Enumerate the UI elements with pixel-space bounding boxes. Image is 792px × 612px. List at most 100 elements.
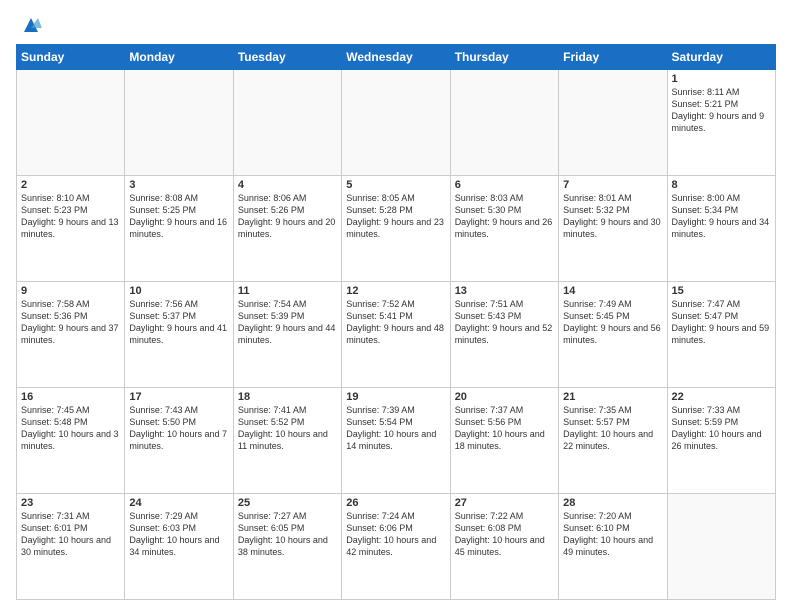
day-info: Sunrise: 7:49 AM Sunset: 5:45 PM Dayligh… bbox=[563, 298, 662, 347]
week-row-3: 9Sunrise: 7:58 AM Sunset: 5:36 PM Daylig… bbox=[17, 282, 776, 388]
header bbox=[16, 12, 776, 36]
calendar-cell bbox=[450, 70, 558, 176]
calendar-cell: 25Sunrise: 7:27 AM Sunset: 6:05 PM Dayli… bbox=[233, 494, 341, 600]
calendar-cell: 2Sunrise: 8:10 AM Sunset: 5:23 PM Daylig… bbox=[17, 176, 125, 282]
calendar-cell: 27Sunrise: 7:22 AM Sunset: 6:08 PM Dayli… bbox=[450, 494, 558, 600]
day-info: Sunrise: 7:43 AM Sunset: 5:50 PM Dayligh… bbox=[129, 404, 228, 453]
day-number: 18 bbox=[238, 391, 337, 403]
day-info: Sunrise: 7:56 AM Sunset: 5:37 PM Dayligh… bbox=[129, 298, 228, 347]
week-row-5: 23Sunrise: 7:31 AM Sunset: 6:01 PM Dayli… bbox=[17, 494, 776, 600]
calendar-cell: 4Sunrise: 8:06 AM Sunset: 5:26 PM Daylig… bbox=[233, 176, 341, 282]
day-number: 6 bbox=[455, 179, 554, 191]
calendar-cell: 13Sunrise: 7:51 AM Sunset: 5:43 PM Dayli… bbox=[450, 282, 558, 388]
calendar-cell: 7Sunrise: 8:01 AM Sunset: 5:32 PM Daylig… bbox=[559, 176, 667, 282]
calendar-cell: 11Sunrise: 7:54 AM Sunset: 5:39 PM Dayli… bbox=[233, 282, 341, 388]
day-info: Sunrise: 7:24 AM Sunset: 6:06 PM Dayligh… bbox=[346, 510, 445, 559]
logo bbox=[16, 12, 42, 36]
day-number: 24 bbox=[129, 497, 228, 509]
calendar-cell: 20Sunrise: 7:37 AM Sunset: 5:56 PM Dayli… bbox=[450, 388, 558, 494]
calendar-cell bbox=[233, 70, 341, 176]
day-info: Sunrise: 7:45 AM Sunset: 5:48 PM Dayligh… bbox=[21, 404, 120, 453]
day-info: Sunrise: 8:10 AM Sunset: 5:23 PM Dayligh… bbox=[21, 192, 120, 241]
day-info: Sunrise: 8:08 AM Sunset: 5:25 PM Dayligh… bbox=[129, 192, 228, 241]
calendar-cell: 18Sunrise: 7:41 AM Sunset: 5:52 PM Dayli… bbox=[233, 388, 341, 494]
calendar-cell bbox=[667, 494, 775, 600]
day-number: 2 bbox=[21, 179, 120, 191]
day-info: Sunrise: 8:05 AM Sunset: 5:28 PM Dayligh… bbox=[346, 192, 445, 241]
week-row-2: 2Sunrise: 8:10 AM Sunset: 5:23 PM Daylig… bbox=[17, 176, 776, 282]
day-info: Sunrise: 7:58 AM Sunset: 5:36 PM Dayligh… bbox=[21, 298, 120, 347]
calendar-cell: 12Sunrise: 7:52 AM Sunset: 5:41 PM Dayli… bbox=[342, 282, 450, 388]
week-row-1: 1Sunrise: 8:11 AM Sunset: 5:21 PM Daylig… bbox=[17, 70, 776, 176]
day-number: 14 bbox=[563, 285, 662, 297]
day-number: 12 bbox=[346, 285, 445, 297]
calendar-table: SundayMondayTuesdayWednesdayThursdayFrid… bbox=[16, 44, 776, 600]
calendar-cell: 3Sunrise: 8:08 AM Sunset: 5:25 PM Daylig… bbox=[125, 176, 233, 282]
day-info: Sunrise: 8:01 AM Sunset: 5:32 PM Dayligh… bbox=[563, 192, 662, 241]
day-number: 20 bbox=[455, 391, 554, 403]
calendar-cell bbox=[342, 70, 450, 176]
calendar-cell: 17Sunrise: 7:43 AM Sunset: 5:50 PM Dayli… bbox=[125, 388, 233, 494]
calendar-cell: 26Sunrise: 7:24 AM Sunset: 6:06 PM Dayli… bbox=[342, 494, 450, 600]
week-row-4: 16Sunrise: 7:45 AM Sunset: 5:48 PM Dayli… bbox=[17, 388, 776, 494]
weekday-header-saturday: Saturday bbox=[667, 45, 775, 70]
calendar-cell: 19Sunrise: 7:39 AM Sunset: 5:54 PM Dayli… bbox=[342, 388, 450, 494]
day-info: Sunrise: 7:20 AM Sunset: 6:10 PM Dayligh… bbox=[563, 510, 662, 559]
calendar-cell: 5Sunrise: 8:05 AM Sunset: 5:28 PM Daylig… bbox=[342, 176, 450, 282]
logo-icon bbox=[20, 14, 42, 36]
calendar-cell: 15Sunrise: 7:47 AM Sunset: 5:47 PM Dayli… bbox=[667, 282, 775, 388]
day-info: Sunrise: 7:31 AM Sunset: 6:01 PM Dayligh… bbox=[21, 510, 120, 559]
calendar-cell: 6Sunrise: 8:03 AM Sunset: 5:30 PM Daylig… bbox=[450, 176, 558, 282]
calendar-cell: 16Sunrise: 7:45 AM Sunset: 5:48 PM Dayli… bbox=[17, 388, 125, 494]
day-number: 22 bbox=[672, 391, 771, 403]
day-number: 7 bbox=[563, 179, 662, 191]
weekday-header-monday: Monday bbox=[125, 45, 233, 70]
day-info: Sunrise: 8:11 AM Sunset: 5:21 PM Dayligh… bbox=[672, 86, 771, 135]
day-info: Sunrise: 7:37 AM Sunset: 5:56 PM Dayligh… bbox=[455, 404, 554, 453]
day-info: Sunrise: 7:27 AM Sunset: 6:05 PM Dayligh… bbox=[238, 510, 337, 559]
calendar-cell bbox=[17, 70, 125, 176]
calendar-cell: 8Sunrise: 8:00 AM Sunset: 5:34 PM Daylig… bbox=[667, 176, 775, 282]
calendar-cell bbox=[125, 70, 233, 176]
calendar-cell: 21Sunrise: 7:35 AM Sunset: 5:57 PM Dayli… bbox=[559, 388, 667, 494]
day-info: Sunrise: 7:52 AM Sunset: 5:41 PM Dayligh… bbox=[346, 298, 445, 347]
calendar-cell bbox=[559, 70, 667, 176]
day-number: 26 bbox=[346, 497, 445, 509]
day-number: 3 bbox=[129, 179, 228, 191]
day-number: 1 bbox=[672, 73, 771, 85]
day-info: Sunrise: 8:06 AM Sunset: 5:26 PM Dayligh… bbox=[238, 192, 337, 241]
calendar-cell: 1Sunrise: 8:11 AM Sunset: 5:21 PM Daylig… bbox=[667, 70, 775, 176]
weekday-header-sunday: Sunday bbox=[17, 45, 125, 70]
day-info: Sunrise: 7:29 AM Sunset: 6:03 PM Dayligh… bbox=[129, 510, 228, 559]
calendar-cell: 14Sunrise: 7:49 AM Sunset: 5:45 PM Dayli… bbox=[559, 282, 667, 388]
calendar-cell: 23Sunrise: 7:31 AM Sunset: 6:01 PM Dayli… bbox=[17, 494, 125, 600]
day-number: 21 bbox=[563, 391, 662, 403]
day-info: Sunrise: 8:03 AM Sunset: 5:30 PM Dayligh… bbox=[455, 192, 554, 241]
day-info: Sunrise: 7:33 AM Sunset: 5:59 PM Dayligh… bbox=[672, 404, 771, 453]
weekday-header-row: SundayMondayTuesdayWednesdayThursdayFrid… bbox=[17, 45, 776, 70]
day-info: Sunrise: 7:35 AM Sunset: 5:57 PM Dayligh… bbox=[563, 404, 662, 453]
day-number: 8 bbox=[672, 179, 771, 191]
day-number: 19 bbox=[346, 391, 445, 403]
day-info: Sunrise: 7:47 AM Sunset: 5:47 PM Dayligh… bbox=[672, 298, 771, 347]
calendar-cell: 22Sunrise: 7:33 AM Sunset: 5:59 PM Dayli… bbox=[667, 388, 775, 494]
day-number: 16 bbox=[21, 391, 120, 403]
calendar-cell: 24Sunrise: 7:29 AM Sunset: 6:03 PM Dayli… bbox=[125, 494, 233, 600]
day-number: 4 bbox=[238, 179, 337, 191]
day-number: 13 bbox=[455, 285, 554, 297]
weekday-header-tuesday: Tuesday bbox=[233, 45, 341, 70]
day-number: 9 bbox=[21, 285, 120, 297]
day-number: 15 bbox=[672, 285, 771, 297]
day-info: Sunrise: 8:00 AM Sunset: 5:34 PM Dayligh… bbox=[672, 192, 771, 241]
calendar-cell: 10Sunrise: 7:56 AM Sunset: 5:37 PM Dayli… bbox=[125, 282, 233, 388]
day-info: Sunrise: 7:41 AM Sunset: 5:52 PM Dayligh… bbox=[238, 404, 337, 453]
weekday-header-wednesday: Wednesday bbox=[342, 45, 450, 70]
day-info: Sunrise: 7:22 AM Sunset: 6:08 PM Dayligh… bbox=[455, 510, 554, 559]
day-number: 5 bbox=[346, 179, 445, 191]
day-info: Sunrise: 7:39 AM Sunset: 5:54 PM Dayligh… bbox=[346, 404, 445, 453]
day-number: 28 bbox=[563, 497, 662, 509]
calendar-cell: 9Sunrise: 7:58 AM Sunset: 5:36 PM Daylig… bbox=[17, 282, 125, 388]
day-number: 11 bbox=[238, 285, 337, 297]
day-number: 23 bbox=[21, 497, 120, 509]
day-number: 17 bbox=[129, 391, 228, 403]
